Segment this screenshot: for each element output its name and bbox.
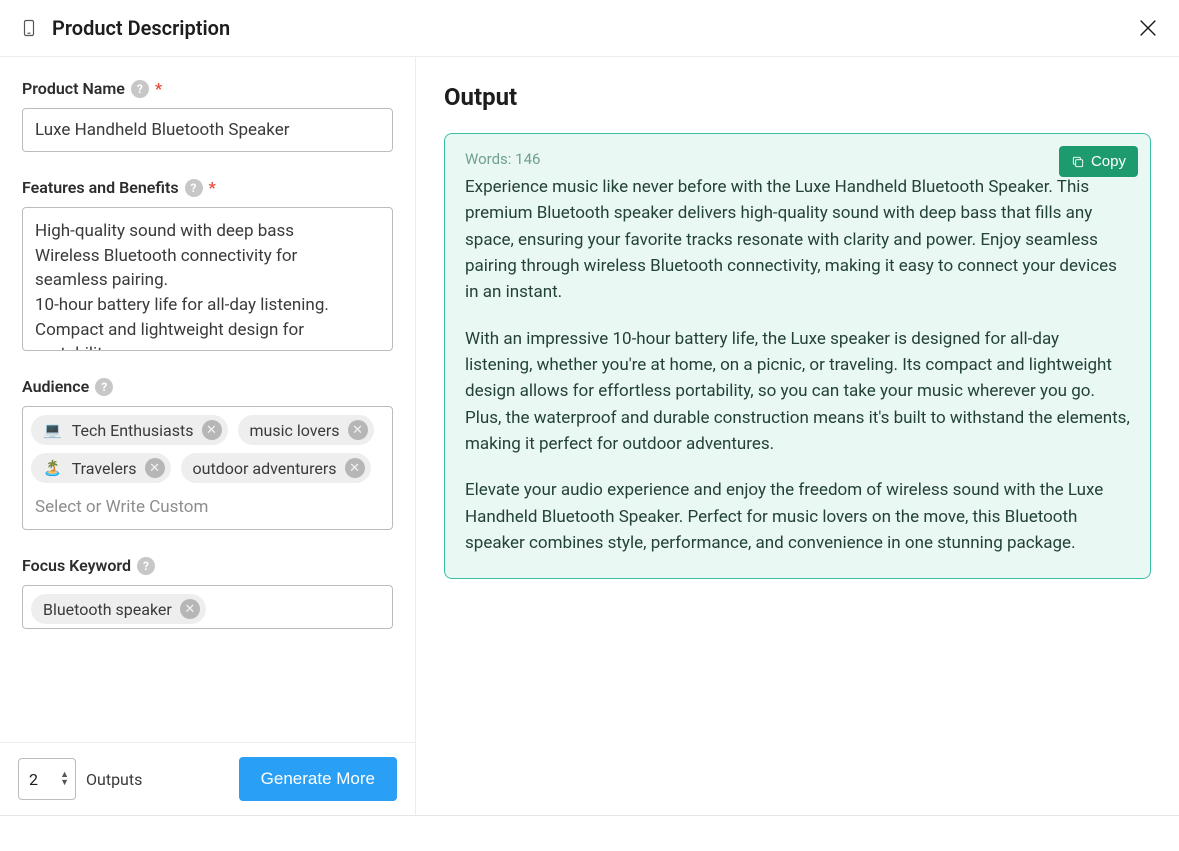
left-panel: Product Name ? * Features and Benefits ?… <box>0 57 416 815</box>
audience-tag: music lovers ✕ <box>238 415 374 445</box>
remove-tag-icon[interactable]: ✕ <box>180 599 200 619</box>
left-footer: 2 ▲▼ Outputs Generate More <box>0 742 415 815</box>
output-card: Words: 146 Copy Experience music like ne… <box>444 133 1151 579</box>
spinner-control[interactable]: ▲▼ <box>60 771 69 787</box>
field-features: Features and Benefits ? * High-quality s… <box>22 178 393 351</box>
footer-left: 2 ▲▼ Outputs <box>18 758 142 800</box>
header-left: Product Description <box>20 16 230 40</box>
tag-label: Bluetooth speaker <box>43 600 172 619</box>
features-textarea[interactable]: High-quality sound with deep bass Wirele… <box>23 208 392 350</box>
tag-label: Tech Enthusiasts <box>72 421 194 440</box>
required-marker: * <box>209 178 216 197</box>
audience-tag: 🏝️ Travelers ✕ <box>31 453 171 483</box>
spin-down-icon[interactable]: ▼ <box>60 779 69 787</box>
audience-input-placeholder[interactable]: Select or Write Custom <box>31 491 384 525</box>
form-scroll[interactable]: Product Name ? * Features and Benefits ?… <box>0 57 415 742</box>
product-description-modal: Product Description Product Name ? * Fea… <box>0 0 1179 816</box>
help-icon[interactable]: ? <box>131 80 149 98</box>
outputs-count-value: 2 <box>29 770 38 789</box>
field-focus-keyword: Focus Keyword ? Bluetooth speaker ✕ <box>22 556 393 629</box>
audience-tag-box[interactable]: 💻 Tech Enthusiasts ✕ music lovers ✕ 🏝️ T… <box>22 406 393 530</box>
field-audience: Audience ? 💻 Tech Enthusiasts ✕ music lo… <box>22 377 393 530</box>
features-textarea-wrap: High-quality sound with deep bass Wirele… <box>22 207 393 351</box>
close-icon[interactable] <box>1137 17 1159 39</box>
focus-keyword-label: Focus Keyword ? <box>22 556 393 575</box>
outputs-count-input[interactable]: 2 ▲▼ <box>18 758 76 800</box>
features-label-text: Features and Benefits <box>22 178 179 197</box>
copy-label: Copy <box>1091 153 1126 170</box>
modal-body: Product Name ? * Features and Benefits ?… <box>0 56 1179 815</box>
audience-tag: 💻 Tech Enthusiasts ✕ <box>31 415 228 445</box>
remove-tag-icon[interactable]: ✕ <box>345 458 365 478</box>
audience-label-text: Audience <box>22 377 89 396</box>
audience-tag: outdoor adventurers ✕ <box>181 453 371 483</box>
word-count: Words: 146 <box>465 150 1130 168</box>
help-icon[interactable]: ? <box>95 378 113 396</box>
product-name-label: Product Name ? * <box>22 79 393 98</box>
tag-emoji: 💻 <box>43 421 62 439</box>
remove-tag-icon[interactable]: ✕ <box>145 458 165 478</box>
outputs-label: Outputs <box>86 770 142 789</box>
device-icon <box>20 19 38 37</box>
generate-more-button[interactable]: Generate More <box>239 757 397 801</box>
output-paragraph: Elevate your audio experience and enjoy … <box>465 477 1130 556</box>
tag-label: music lovers <box>250 421 340 440</box>
copy-icon <box>1071 155 1085 169</box>
focus-keyword-tag: Bluetooth speaker ✕ <box>31 594 206 624</box>
tag-emoji: 🏝️ <box>43 459 62 477</box>
modal-header: Product Description <box>0 0 1179 56</box>
focus-keyword-tag-box[interactable]: Bluetooth speaker ✕ <box>22 585 393 629</box>
remove-tag-icon[interactable]: ✕ <box>348 420 368 440</box>
right-panel: Output Words: 146 Copy Experience music … <box>416 57 1179 815</box>
page-title: Product Description <box>52 16 230 40</box>
output-paragraph: Experience music like never before with … <box>465 174 1130 306</box>
tag-label: Travelers <box>72 459 137 478</box>
product-name-label-text: Product Name <box>22 79 125 98</box>
required-marker: * <box>155 79 162 98</box>
output-text: Experience music like never before with … <box>465 174 1130 556</box>
help-icon[interactable]: ? <box>137 557 155 575</box>
copy-button[interactable]: Copy <box>1059 146 1138 177</box>
remove-tag-icon[interactable]: ✕ <box>202 420 222 440</box>
product-name-input[interactable] <box>22 108 393 152</box>
features-label: Features and Benefits ? * <box>22 178 393 197</box>
output-heading: Output <box>444 83 1151 111</box>
help-icon[interactable]: ? <box>185 179 203 197</box>
audience-label: Audience ? <box>22 377 393 396</box>
output-paragraph: With an impressive 10-hour battery life,… <box>465 326 1130 458</box>
field-product-name: Product Name ? * <box>22 79 393 152</box>
tag-label: outdoor adventurers <box>193 459 337 478</box>
focus-keyword-label-text: Focus Keyword <box>22 556 131 575</box>
